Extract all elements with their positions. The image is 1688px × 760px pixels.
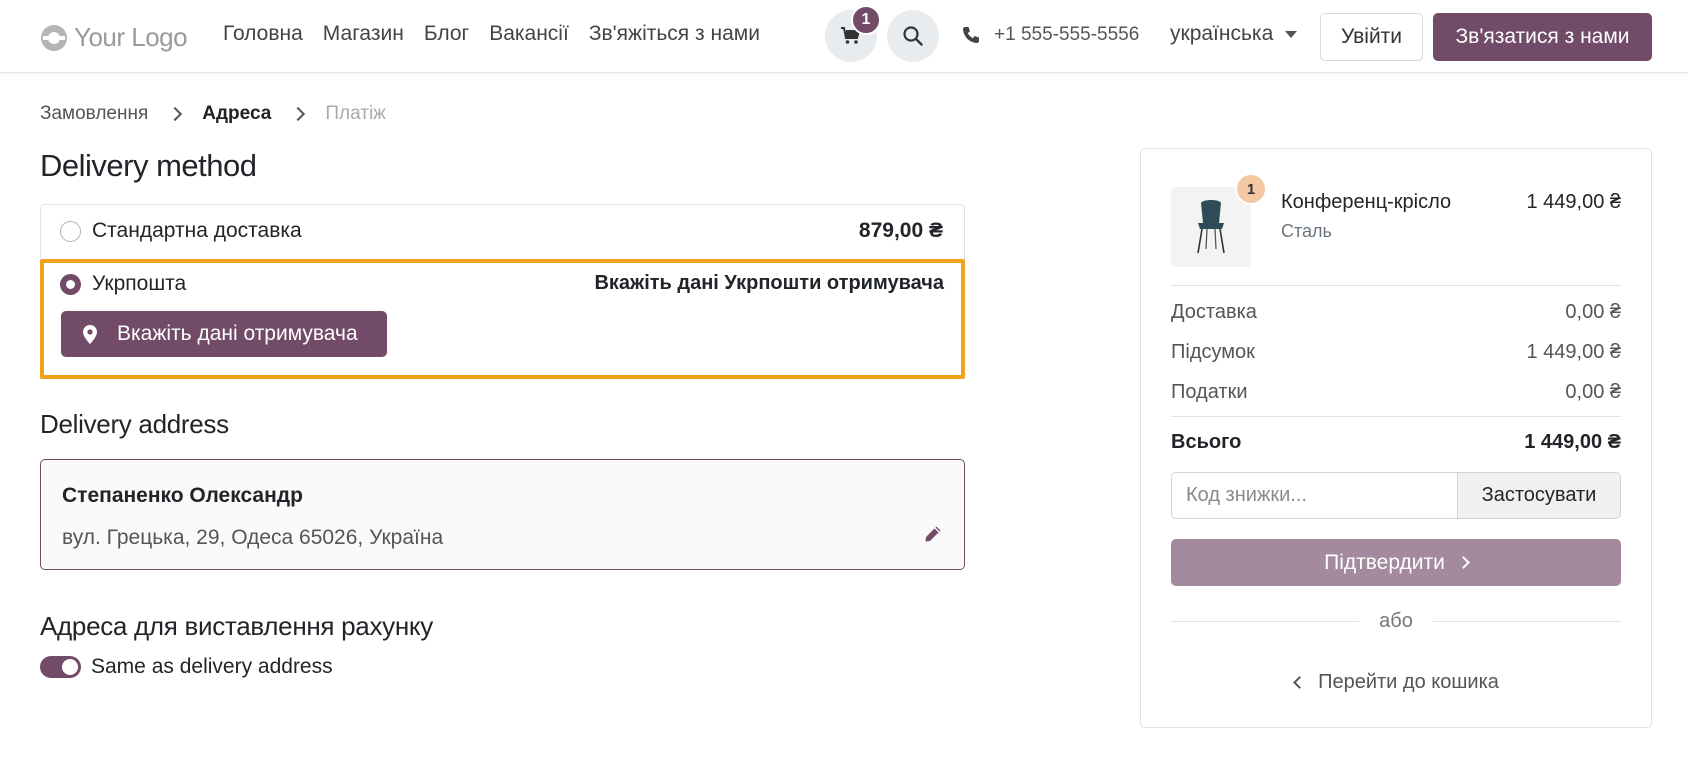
phone-icon — [963, 27, 979, 43]
billing-address-title: Адреса для виставлення рахунку — [40, 611, 433, 641]
phone-link[interactable]: +1 555-555-5556 — [962, 24, 1139, 46]
delivery-option-standard[interactable]: Стандартна доставка 879,00 ₴ — [40, 204, 965, 259]
summary-row-label: Підсумок — [1171, 341, 1255, 363]
search-button[interactable] — [887, 10, 939, 62]
back-to-cart-label: Перейти до кошика — [1318, 671, 1499, 693]
divider — [1432, 621, 1622, 622]
map-marker-icon — [83, 324, 97, 344]
same-as-delivery-toggle[interactable] — [40, 656, 81, 678]
logo-text: Your Logo — [74, 22, 188, 52]
breadcrumb-address: Адреса — [202, 103, 272, 124]
chevron-right-icon — [291, 106, 306, 122]
language-select[interactable]: українська — [1170, 22, 1298, 46]
address-card[interactable]: Степаненко Олександр вул. Грецька, 29, О… — [40, 459, 965, 570]
summary-row-label: Доставка — [1171, 301, 1257, 323]
same-as-delivery-label: Same as delivery address — [91, 655, 333, 678]
radio-standard[interactable] — [60, 221, 81, 242]
specify-recipient-label: Вкажіть дані отримувача — [117, 322, 358, 345]
address-line: вул. Грецька, 29, Одеса 65026, Україна — [62, 526, 444, 549]
total-value: 1 449,00 ₴ — [1524, 431, 1621, 453]
divider — [1171, 621, 1360, 622]
confirm-button[interactable]: Підтвердити — [1171, 539, 1621, 586]
divider — [1171, 285, 1621, 286]
confirm-label: Підтвердити — [1324, 550, 1445, 574]
back-to-cart-link[interactable]: Перейти до кошика — [1141, 671, 1653, 694]
summary-row-value: 0,00 ₴ — [1565, 301, 1621, 323]
delivery-option-label: Укрпошта — [92, 272, 187, 295]
language-label: українська — [1170, 22, 1274, 45]
delivery-method-title: Delivery method — [40, 148, 257, 183]
summary-row-value: 1 449,00 ₴ — [1526, 341, 1621, 363]
same-as-delivery-row: Same as delivery address — [40, 655, 333, 679]
cart-count-badge: 1 — [851, 5, 881, 35]
chevron-right-icon — [1457, 556, 1470, 569]
nav-item-home[interactable]: Головна — [223, 22, 303, 46]
nav-item-shop[interactable]: Магазин — [323, 22, 404, 46]
phone-number: +1 555-555-5556 — [994, 24, 1140, 45]
summary-row-label: Податки — [1171, 381, 1248, 403]
product-variant: Сталь — [1281, 221, 1332, 241]
order-summary: 1 Конференц-крісло Сталь 1 449,00 ₴ Дост… — [1140, 148, 1652, 728]
breadcrumb: Замовлення Адреса Платіж — [40, 103, 386, 125]
delivery-option-label: Стандартна доставка — [92, 219, 302, 242]
login-button[interactable]: Увійти — [1320, 13, 1423, 61]
contact-us-button[interactable]: Зв'язатися з нами — [1433, 13, 1652, 61]
apply-promo-button[interactable]: Застосувати — [1457, 473, 1620, 518]
main-nav: Головна Магазин Блог Вакансії Зв'яжіться… — [223, 22, 760, 46]
specify-recipient-button[interactable]: Вкажіть дані отримувача — [61, 311, 387, 357]
promo-code-group: Застосувати — [1171, 472, 1621, 519]
promo-code-input[interactable] — [1172, 473, 1457, 518]
pencil-icon[interactable] — [924, 525, 942, 543]
summary-row-delivery: Доставка 0,00 ₴ — [1171, 301, 1621, 324]
radio-ukrposhta[interactable] — [60, 274, 81, 295]
delivery-option-hint: Вкажіть дані Укрпошти отримувача — [594, 272, 944, 294]
delivery-option-ukrposhta[interactable]: Укрпошта Вкажіть дані Укрпошти отримувач… — [40, 259, 965, 379]
summary-row-total: Всього 1 449,00 ₴ — [1171, 431, 1621, 454]
nav-item-jobs[interactable]: Вакансії — [489, 22, 569, 46]
nav-item-blog[interactable]: Блог — [424, 22, 469, 46]
logo-icon — [41, 24, 67, 51]
chevron-down-icon — [1285, 30, 1298, 38]
or-label: або — [1379, 610, 1413, 632]
summary-row-subtotal: Підсумок 1 449,00 ₴ — [1171, 341, 1621, 364]
product-name: Конференц-крісло — [1281, 191, 1452, 213]
or-divider: або — [1171, 610, 1622, 633]
product-price: 1 449,00 ₴ — [1526, 191, 1621, 213]
logo[interactable]: Your Logo — [40, 22, 188, 53]
summary-row-taxes: Податки 0,00 ₴ — [1171, 381, 1621, 404]
divider — [1171, 416, 1621, 417]
product-qty-badge: 1 — [1235, 173, 1267, 205]
delivery-address-title: Delivery address — [40, 409, 229, 439]
delivery-option-price: 879,00 ₴ — [858, 219, 943, 242]
chevron-right-icon — [168, 106, 183, 122]
summary-row-value: 0,00 ₴ — [1565, 381, 1621, 403]
breadcrumb-order[interactable]: Замовлення — [40, 103, 148, 125]
nav-item-contact[interactable]: Зв'яжіться з нами — [589, 22, 760, 46]
breadcrumb-payment: Платіж — [325, 103, 386, 124]
search-icon — [903, 26, 923, 46]
address-name: Степаненко Олександр — [62, 484, 303, 507]
total-label: Всього — [1171, 431, 1242, 453]
chair-icon — [1197, 200, 1225, 254]
site-header: Your Logo Головна Магазин Блог Вакансії … — [0, 0, 1688, 73]
chevron-left-icon — [1293, 676, 1306, 689]
